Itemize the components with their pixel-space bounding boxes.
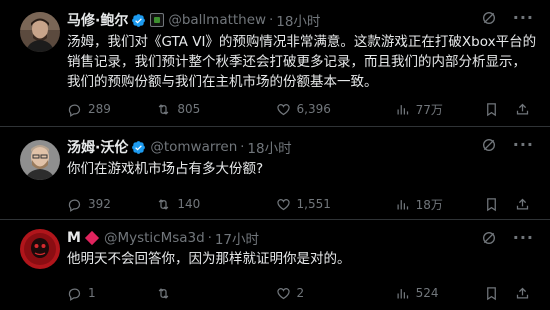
like-count: 1,551 xyxy=(296,197,331,211)
tweet-actions: 392 140 1,551 18万 xyxy=(67,195,530,213)
like-button[interactable]: 6,396 xyxy=(276,102,395,117)
tweet-actions: 1 2 524 xyxy=(67,284,530,302)
reply-icon xyxy=(68,288,81,301)
tweet-top-actions: ··· xyxy=(481,230,534,246)
timestamp[interactable]: 17小时 xyxy=(215,228,259,248)
tweet-actions: 289 805 6,396 77万 xyxy=(67,100,530,118)
reply-count: 392 xyxy=(88,197,111,211)
views-icon xyxy=(397,199,408,209)
view-count: 18万 xyxy=(415,197,443,212)
tweet-text: 你们在游戏机市场占有多大份额? xyxy=(67,161,264,177)
retweet-icon xyxy=(159,287,169,299)
tweet-thread: 马修·鲍尔 @ballmatthew · 18小时 ··· 汤姆，我们对《GTA… xyxy=(0,0,550,310)
verified-badge-icon xyxy=(132,140,146,154)
like-button[interactable]: 1,551 xyxy=(276,197,395,212)
share-button[interactable] xyxy=(515,197,530,212)
tweet-top-actions: ··· xyxy=(481,137,534,153)
tweet[interactable]: 马修·鲍尔 @ballmatthew · 18小时 ··· 汤姆，我们对《GTA… xyxy=(0,0,550,127)
views-button[interactable]: 18万 xyxy=(395,196,484,213)
reply-icon xyxy=(68,104,81,117)
affiliate-badge-icon xyxy=(150,13,165,27)
retweet-button[interactable]: 140 xyxy=(156,197,275,212)
bookmark-icon xyxy=(487,102,496,116)
like-button[interactable]: 2 xyxy=(276,286,395,301)
retweet-button[interactable]: 805 xyxy=(156,102,275,117)
more-options-icon[interactable]: ··· xyxy=(513,10,534,26)
grok-icon[interactable] xyxy=(481,230,497,246)
tweet[interactable]: M @MysticMsa3d · 17小时 ··· 他明天不会回答你，因为那样就… xyxy=(0,220,550,310)
bookmark-button[interactable] xyxy=(484,286,499,301)
separator: · xyxy=(269,12,274,28)
heart-icon xyxy=(276,103,290,115)
tweet-top-actions: ··· xyxy=(481,10,534,26)
bookmark-icon xyxy=(487,286,496,300)
view-count: 77万 xyxy=(415,102,443,117)
reply-count: 289 xyxy=(88,102,111,116)
views-button[interactable]: 77万 xyxy=(395,101,484,118)
share-icon xyxy=(516,287,529,298)
tweet-text: 汤姆，我们对《GTA VI》的预购情况非常满意。这款游戏正在打破Xbox平台的销… xyxy=(67,34,537,90)
retweet-count: 140 xyxy=(177,197,201,211)
separator: · xyxy=(240,139,245,155)
display-name[interactable]: 汤姆·沃伦 xyxy=(67,137,128,157)
like-count: 2 xyxy=(296,286,305,300)
views-button[interactable]: 524 xyxy=(395,286,484,301)
avatar[interactable] xyxy=(20,12,60,52)
tweet-header: 马修·鲍尔 @ballmatthew · 18小时 xyxy=(67,10,530,30)
reply-icon xyxy=(68,199,81,212)
more-options-icon[interactable]: ··· xyxy=(513,137,534,153)
red-diamond-icon xyxy=(84,230,100,246)
tweet-header: M @MysticMsa3d · 17小时 xyxy=(67,228,530,248)
heart-icon xyxy=(276,287,290,299)
retweet-button[interactable] xyxy=(156,286,275,301)
share-button[interactable] xyxy=(515,102,530,117)
reply-button[interactable]: 289 xyxy=(67,102,156,117)
retweet-count: 805 xyxy=(177,102,201,116)
views-icon xyxy=(397,104,408,114)
bookmark-button[interactable] xyxy=(484,197,499,212)
handle[interactable]: @MysticMsa3d xyxy=(104,230,205,246)
avatar[interactable] xyxy=(20,229,60,269)
views-icon xyxy=(397,288,408,298)
timestamp[interactable]: 18小时 xyxy=(276,10,320,30)
reply-button[interactable]: 1 xyxy=(67,286,156,301)
separator: · xyxy=(207,230,212,246)
display-name[interactable]: M xyxy=(67,230,81,246)
handle[interactable]: @tomwarren xyxy=(150,139,237,155)
view-count: 524 xyxy=(415,286,439,300)
share-icon xyxy=(516,103,529,114)
grok-icon[interactable] xyxy=(481,137,497,153)
tweet-header: 汤姆·沃伦 @tomwarren · 18小时 xyxy=(67,137,530,157)
heart-icon xyxy=(276,198,290,210)
retweet-icon xyxy=(159,198,169,210)
like-count: 6,396 xyxy=(296,102,331,116)
bookmark-icon xyxy=(487,197,496,211)
handle[interactable]: @ballmatthew xyxy=(168,12,266,28)
share-icon xyxy=(516,198,529,209)
bookmark-button[interactable] xyxy=(484,102,499,117)
reply-button[interactable]: 392 xyxy=(67,197,156,212)
tweet-text: 他明天不会回答你，因为那样就证明你是对的。 xyxy=(67,251,351,267)
more-options-icon[interactable]: ··· xyxy=(513,230,534,246)
share-button[interactable] xyxy=(515,286,530,301)
display-name[interactable]: 马修·鲍尔 xyxy=(67,10,128,30)
tweet[interactable]: 汤姆·沃伦 @tomwarren · 18小时 ··· 你们在游戏机市场占有多大… xyxy=(0,127,550,220)
avatar[interactable] xyxy=(20,140,60,180)
timestamp[interactable]: 18小时 xyxy=(247,137,291,157)
reply-count: 1 xyxy=(88,286,96,300)
verified-badge-icon xyxy=(132,13,146,27)
retweet-icon xyxy=(159,103,169,115)
grok-icon[interactable] xyxy=(481,10,497,26)
